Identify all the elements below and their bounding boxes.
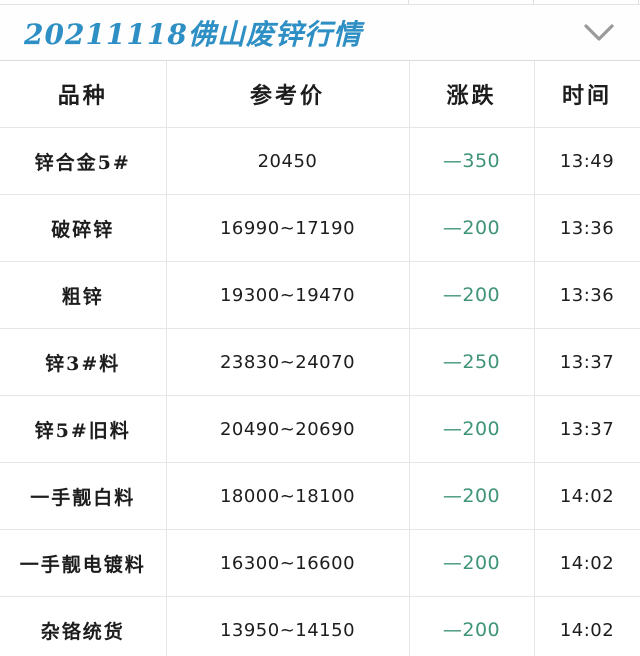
cell-product-name: 锌合金5# — [0, 127, 167, 195]
cell-product-name: 一手靓白料 — [0, 462, 167, 530]
cell-product-name: 破碎锌 — [0, 194, 167, 262]
cell-price: 20450 — [166, 127, 410, 195]
table-row: 粗锌 19300~19470 —200 13:36 — [0, 261, 640, 329]
quote-page: 20211118佛山废锌行情 品种 参考价 涨跌 时间 锌合金5# 20450 … — [0, 0, 640, 656]
cell-change: —200 — [409, 462, 535, 530]
cell-change: —200 — [409, 261, 535, 329]
cell-time: 14:02 — [534, 462, 640, 530]
column-header-change: 涨跌 — [409, 61, 535, 128]
table-header-row: 品种 参考价 涨跌 时间 — [0, 61, 640, 128]
column-header-name: 品种 — [0, 61, 167, 128]
table-row: 一手靓电镀料 16300~16600 —200 14:02 — [0, 529, 640, 597]
cell-time: 13:37 — [534, 395, 640, 463]
cell-change: —200 — [409, 194, 535, 262]
cell-price: 20490~20690 — [166, 395, 410, 463]
cell-price: 13950~14150 — [166, 596, 410, 656]
cell-time: 13:36 — [534, 194, 640, 262]
cell-product-name: 粗锌 — [0, 261, 167, 329]
price-table: 品种 参考价 涨跌 时间 锌合金5# 20450 —350 13:49 破碎锌 … — [0, 61, 640, 656]
table-row: 锌5#旧料 20490~20690 —200 13:37 — [0, 395, 640, 463]
cell-price: 18000~18100 — [166, 462, 410, 530]
cell-price: 16990~17190 — [166, 194, 410, 262]
cell-time: 13:49 — [534, 127, 640, 195]
table-header: 品种 参考价 涨跌 时间 — [0, 61, 640, 128]
table-row: 锌3#料 23830~24070 —250 13:37 — [0, 328, 640, 396]
cell-change: —250 — [409, 328, 535, 396]
table-row: 一手靓白料 18000~18100 —200 14:02 — [0, 462, 640, 530]
cell-time: 13:36 — [534, 261, 640, 329]
cell-product-name: 锌3#料 — [0, 328, 167, 396]
cell-time: 13:37 — [534, 328, 640, 396]
column-divider — [638, 0, 639, 4]
page-title: 20211118佛山废锌行情 — [24, 17, 362, 51]
cell-product-name: 杂铬统货 — [0, 596, 167, 656]
cell-time: 14:02 — [534, 596, 640, 656]
title-bar: 20211118佛山废锌行情 — [0, 5, 640, 61]
cell-price: 16300~16600 — [166, 529, 410, 597]
cell-change: —200 — [409, 395, 535, 463]
column-divider — [533, 0, 534, 4]
table-row: 锌合金5# 20450 —350 13:49 — [0, 127, 640, 195]
table-body: 锌合金5# 20450 —350 13:49 破碎锌 16990~17190 —… — [0, 127, 640, 656]
cell-product-name: 一手靓电镀料 — [0, 529, 167, 597]
column-header-time: 时间 — [534, 61, 640, 128]
cell-price: 19300~19470 — [166, 261, 410, 329]
cell-change: —200 — [409, 529, 535, 597]
cell-price: 23830~24070 — [166, 328, 410, 396]
cell-time: 14:02 — [534, 529, 640, 597]
chevron-down-icon[interactable] — [582, 16, 616, 50]
table-row: 杂铬统货 13950~14150 —200 14:02 — [0, 596, 640, 656]
cell-product-name: 锌5#旧料 — [0, 395, 167, 463]
cell-change: —200 — [409, 596, 535, 656]
column-divider — [408, 0, 409, 4]
table-row: 破碎锌 16990~17190 —200 13:36 — [0, 194, 640, 262]
column-header-price: 参考价 — [166, 61, 410, 128]
cell-change: —350 — [409, 127, 535, 195]
